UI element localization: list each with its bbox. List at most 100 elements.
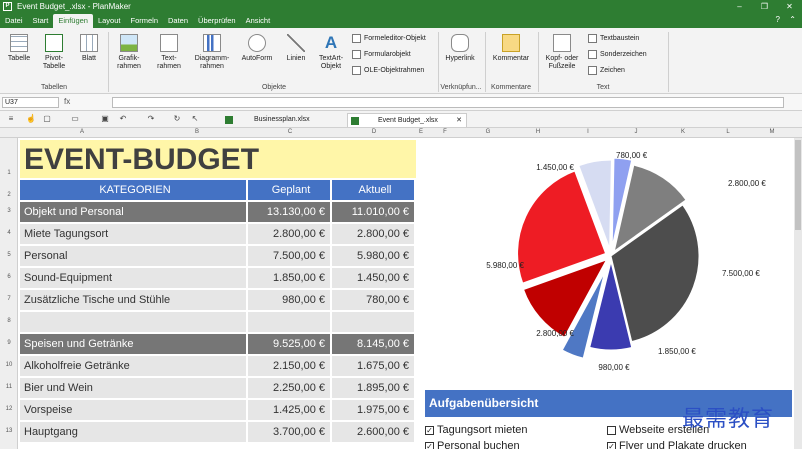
row-number-5[interactable]: 5 (0, 252, 18, 258)
menu-ueberpruefen[interactable]: Überprüfen (193, 14, 241, 28)
column-m[interactable]: M (750, 129, 794, 135)
group-actual-cell[interactable]: 11.010,00 € (332, 202, 414, 222)
column-a[interactable]: A (18, 129, 146, 135)
group-actual-cell[interactable]: 8.145,00 € (332, 334, 414, 354)
menu-daten[interactable]: Daten (163, 14, 193, 28)
item-planned-cell[interactable] (248, 312, 330, 332)
item-actual-cell[interactable]: 2.800,00 € (332, 224, 414, 244)
column-l[interactable]: L (706, 129, 750, 135)
header-aktuell[interactable]: Aktuell (332, 180, 414, 200)
item-label-cell[interactable]: Bier und Wein (20, 378, 246, 398)
column-e[interactable]: E (416, 129, 426, 135)
group-planned-cell[interactable]: 13.130,00 € (248, 202, 330, 222)
item-label-cell[interactable]: Miete Tagungsort (20, 224, 246, 244)
item-planned-cell[interactable]: 7.500,00 € (248, 246, 330, 266)
item-planned-cell[interactable]: 2.250,00 € (248, 378, 330, 398)
tabelle-button[interactable]: Tabelle (4, 34, 34, 63)
task-checkbox[interactable]: ✓ (425, 425, 434, 435)
row-number-11[interactable]: 11 (0, 384, 18, 390)
textart-button[interactable]: A TextArt-Objekt (314, 34, 348, 71)
item-planned-cell[interactable]: 2.800,00 € (248, 224, 330, 244)
menu-datei[interactable]: Datei (0, 14, 28, 28)
task-checkbox[interactable] (607, 425, 616, 435)
grafikrahmen-button[interactable]: Grafik-rahmen (112, 34, 146, 71)
item-actual-cell[interactable]: 1.895,00 € (332, 378, 414, 398)
column-d[interactable]: D (332, 129, 416, 135)
formeleditor-button[interactable]: Formeleditor-Objekt (352, 34, 426, 43)
row-number-7[interactable]: 7 (0, 296, 18, 302)
sheet-title[interactable]: EVENT-BUDGET (20, 140, 416, 178)
row-number-13[interactable]: 13 (0, 428, 18, 434)
task-item[interactable]: ✓ Flyer und Plakate drucken (607, 440, 747, 449)
group-planned-cell[interactable]: 9.525,00 € (248, 334, 330, 354)
group-label-cell[interactable]: Speisen und Getränke (20, 334, 246, 354)
minimize-button[interactable]: – (727, 0, 752, 13)
spreadsheet-grid[interactable]: EVENT-BUDGET KATEGORIEN Geplant Aktuell … (18, 138, 794, 449)
item-actual-cell[interactable] (332, 312, 414, 332)
menu-formeln[interactable]: Formeln (126, 14, 164, 28)
scrollbar-thumb[interactable] (795, 140, 801, 230)
redo-icon[interactable]: ↷ (146, 114, 156, 124)
sonderzeichen-button[interactable]: Sonderzeichen (588, 50, 647, 59)
task-checkbox[interactable]: ✓ (607, 441, 616, 449)
item-actual-cell[interactable]: 5.980,00 € (332, 246, 414, 266)
item-planned-cell[interactable]: 1.425,00 € (248, 400, 330, 420)
column-f[interactable]: F (426, 129, 464, 135)
header-kategorien[interactable]: KATEGORIEN (20, 180, 246, 200)
menu-icon[interactable]: ≡ (6, 114, 16, 124)
diagrammrahmen-button[interactable]: Diagramm-rahmen (192, 34, 232, 71)
pointer-icon[interactable]: ☝ (26, 114, 36, 124)
item-actual-cell[interactable]: 1.450,00 € (332, 268, 414, 288)
vertical-scrollbar[interactable] (794, 138, 802, 449)
item-label-cell[interactable]: Hauptgang (20, 422, 246, 442)
item-label-cell[interactable]: Vorspeise (20, 400, 246, 420)
item-label-cell[interactable] (20, 312, 246, 332)
textrahmen-button[interactable]: Text-rahmen (152, 34, 186, 71)
column-i[interactable]: I (564, 129, 612, 135)
undo-icon[interactable]: ↶ (118, 114, 128, 124)
blatt-button[interactable]: Blatt (75, 34, 103, 63)
row-number-4[interactable]: 4 (0, 230, 18, 236)
linien-button[interactable]: Linien (282, 34, 310, 63)
menu-einfuegen[interactable]: Einfügen (53, 14, 93, 28)
item-label-cell[interactable]: Personal (20, 246, 246, 266)
maximize-button[interactable]: ❐ (752, 0, 777, 13)
pivot-tabelle-button[interactable]: Pivot-Tabelle (38, 34, 70, 71)
collapse-ribbon-icon[interactable]: ⌃ (789, 15, 796, 24)
tab-businessplan[interactable]: Businessplan.xlsx (222, 113, 342, 127)
item-actual-cell[interactable]: 780,00 € (332, 290, 414, 310)
column-b[interactable]: B (146, 129, 248, 135)
autoform-button[interactable]: AutoForm (238, 34, 276, 63)
textbaustein-button[interactable]: Textbaustein (588, 34, 639, 43)
ole-button[interactable]: OLE-Objektrahmen (352, 66, 424, 75)
column-j[interactable]: J (612, 129, 660, 135)
row-number-1[interactable]: 1 (0, 170, 18, 176)
item-planned-cell[interactable]: 980,00 € (248, 290, 330, 310)
save-icon[interactable]: ▣ (100, 114, 110, 124)
row-number-6[interactable]: 6 (0, 274, 18, 280)
item-planned-cell[interactable]: 2.150,00 € (248, 356, 330, 376)
task-checkbox[interactable]: ✓ (425, 441, 434, 449)
select-object-icon[interactable]: ↖ (190, 114, 200, 124)
task-item[interactable]: ✓ Personal buchen (425, 440, 520, 449)
column-k[interactable]: K (660, 129, 706, 135)
close-tab-icon[interactable]: ✕ (456, 114, 462, 128)
row-number-3[interactable]: 3 (0, 208, 18, 214)
menu-layout[interactable]: Layout (93, 14, 126, 28)
menu-start[interactable]: Start (28, 14, 54, 28)
row-number-12[interactable]: 12 (0, 406, 18, 412)
cell-reference-box[interactable]: U37 (2, 97, 59, 108)
kommentar-button[interactable]: Kommentar (490, 34, 532, 63)
column-h[interactable]: H (512, 129, 564, 135)
header-geplant[interactable]: Geplant (248, 180, 330, 200)
item-label-cell[interactable]: Sound-Equipment (20, 268, 246, 288)
column-c[interactable]: C (248, 129, 332, 135)
group-label-cell[interactable]: Objekt und Personal (20, 202, 246, 222)
row-number-9[interactable]: 9 (0, 340, 18, 346)
redo-all-icon[interactable]: ↻ (172, 114, 182, 124)
formularobjekt-button[interactable]: Formularobjekt (352, 50, 411, 59)
zeichen-button[interactable]: Zeichen (588, 66, 625, 75)
pie-chart[interactable]: 780,00 € 2.800,00 € 7.500,00 € 1.850,00 € 98… (426, 138, 794, 388)
kopf-fusszeile-button[interactable]: Kopf- oder Fußzeile (542, 34, 582, 71)
tab-event-budget[interactable]: Event Budget_.xlsx ✕ (347, 113, 467, 127)
